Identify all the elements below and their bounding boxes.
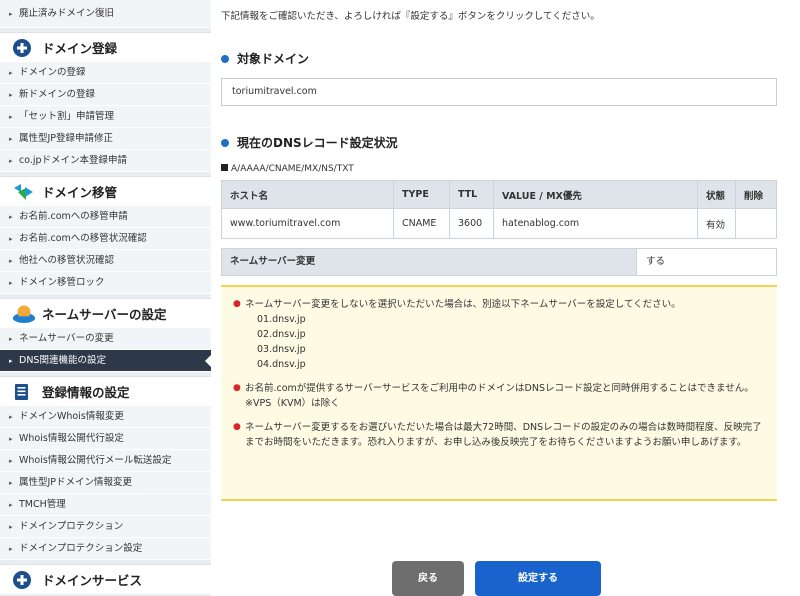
intro-text: 下記情報をご確認いただき、よろしければ『設定する』ボタンをクリックしてください。 — [221, 11, 600, 22]
col-hostname: ホスト名 — [221, 180, 394, 209]
sidebar-item-domain-register[interactable]: ▸ ドメインの登録 — [0, 62, 211, 84]
red-bullet-icon: ● — [233, 383, 241, 393]
transfer-arrow-icon — [12, 182, 33, 202]
back-button[interactable]: 戻る — [392, 561, 464, 596]
nameserver-change-label: ネームサーバー変更 — [222, 249, 636, 275]
sidebar-item-set-discount[interactable]: ▸ 「セット割」申請管理 — [0, 106, 211, 128]
sidebar-item-nameserver-change[interactable]: ▸ ネームサーバーの変更 — [0, 328, 211, 350]
cell-delete — [735, 208, 777, 239]
sidebar-item-transfer-status[interactable]: ▸ お名前.comへの移管状況確認 — [0, 228, 211, 250]
dns-status-heading: 現在のDNSレコード設定状況 — [221, 134, 398, 151]
document-icon — [12, 382, 32, 402]
notice-box: ● ネームサーバー変更をしないを選択いただいた場合は、別途以下ネームサーバーを設… — [221, 285, 777, 501]
notice-item: ● ネームサーバー変更するをお選びいただいた場合は最大72時間、DNSレコードの… — [233, 422, 762, 448]
sidebar-item-outbound-transfer-status[interactable]: ▸ 他社への移管状況確認 — [0, 250, 211, 272]
bullet-dot — [221, 54, 229, 63]
plus-circle-icon — [12, 38, 32, 58]
table-row: www.toriumitravel.com CNAME 3600 hatenab… — [221, 208, 777, 239]
nameserver-1: 01.dnsv.jp — [257, 314, 306, 325]
sidebar-item-transfer-request[interactable]: ▸ お名前.comへの移管申請 — [0, 206, 211, 228]
plus-circle-icon — [12, 570, 32, 590]
sidebar-item-whois-change[interactable]: ▸ ドメインWhois情報変更 — [0, 406, 211, 428]
sidebar-section-registration-info: 登録情報の設定 — [0, 376, 211, 406]
submit-button[interactable]: 設定する — [475, 561, 601, 596]
sidebar-item-domain-protection[interactable]: ▸ ドメインプロテクション — [0, 516, 211, 538]
sidebar-section-domain-registration: ドメイン登録 — [0, 32, 211, 62]
sidebar-section-nameserver-settings: ネームサーバーの設定 — [0, 298, 211, 328]
sidebar-item-jp-application-fix[interactable]: ▸ 属性型JP登録申請修正 — [0, 128, 211, 150]
table-header-row: ホスト名 TYPE TTL VALUE / MX優先 状態 削除 — [221, 180, 777, 209]
sidebar-item-transfer-lock[interactable]: ▸ ドメイン移管ロック — [0, 272, 211, 294]
cell-ttl: 3600 — [449, 208, 494, 239]
col-value: VALUE / MX優先 — [493, 180, 698, 209]
notice-item: ● お名前.comが提供するサーバーサービスをご利用中のドメインはDNSレコード… — [233, 383, 754, 409]
nameserver-3: 03.dnsv.jp — [257, 344, 306, 355]
sidebar-item-domain-protection-settings[interactable]: ▸ ドメインプロテクション設定 — [0, 538, 211, 560]
bullet-dot — [221, 138, 229, 147]
cell-type: CNAME — [393, 208, 450, 239]
cell-status: 有効 — [697, 208, 736, 239]
nameserver-change-value: する — [636, 249, 776, 275]
nameserver-4: 04.dnsv.jp — [257, 359, 306, 370]
target-domain-value: toriumitravel.com — [221, 78, 777, 106]
red-bullet-icon: ● — [233, 422, 241, 432]
col-status: 状態 — [697, 180, 736, 209]
sidebar-section-domain-transfer: ドメイン移管 — [0, 176, 211, 206]
sidebar-item-cojp-registration[interactable]: ▸ co.jpドメイン本登録申請 — [0, 150, 211, 172]
square-bullet — [221, 164, 228, 171]
sidebar-item-whois-proxy[interactable]: ▸ Whois情報公開代行設定 — [0, 428, 211, 450]
dns-record-table: ホスト名 TYPE TTL VALUE / MX優先 状態 削除 www.tor… — [221, 180, 777, 239]
record-types-label: A/AAAA/CNAME/MX/NS/TXT — [221, 164, 354, 174]
col-delete: 削除 — [735, 180, 777, 209]
col-ttl: TTL — [449, 180, 494, 209]
sidebar-item-tmch[interactable]: ▸ TMCH管理 — [0, 494, 211, 516]
nameserver-change-row: ネームサーバー変更 する — [221, 248, 777, 276]
target-domain-heading: 対象ドメイン — [221, 50, 309, 67]
sidebar-section-domain-service: ドメインサービス — [0, 564, 211, 594]
sidebar-item-domain-restore[interactable]: ▸ 廃止済みドメイン復旧 — [0, 0, 211, 28]
sidebar-item-dns-settings[interactable]: ▸ DNS関連機能の設定 — [0, 350, 211, 372]
cell-value: hatenablog.com — [493, 208, 698, 239]
sidebar: ▸ 廃止済みドメイン復旧 ドメイン登録 ▸ ドメインの登録 ▸ 新ドメインの登録 ▸ 「… — [0, 0, 211, 596]
red-bullet-icon: ● — [233, 299, 241, 309]
nameserver-2: 02.dnsv.jp — [257, 329, 306, 340]
col-type: TYPE — [393, 180, 450, 209]
notice-item: ● ネームサーバー変更をしないを選択いただいた場合は、別途以下ネームサーバーを設… — [233, 297, 763, 372]
globe-icon — [12, 304, 35, 324]
sidebar-item-whois-mail-forward[interactable]: ▸ Whois情報公開代行メール転送設定 — [0, 450, 211, 472]
sidebar-item-jp-info-change[interactable]: ▸ 属性型JPドメイン情報変更 — [0, 472, 211, 494]
sidebar-item-new-domain-register[interactable]: ▸ 新ドメインの登録 — [0, 84, 211, 106]
cell-hostname: www.toriumitravel.com — [221, 208, 394, 239]
